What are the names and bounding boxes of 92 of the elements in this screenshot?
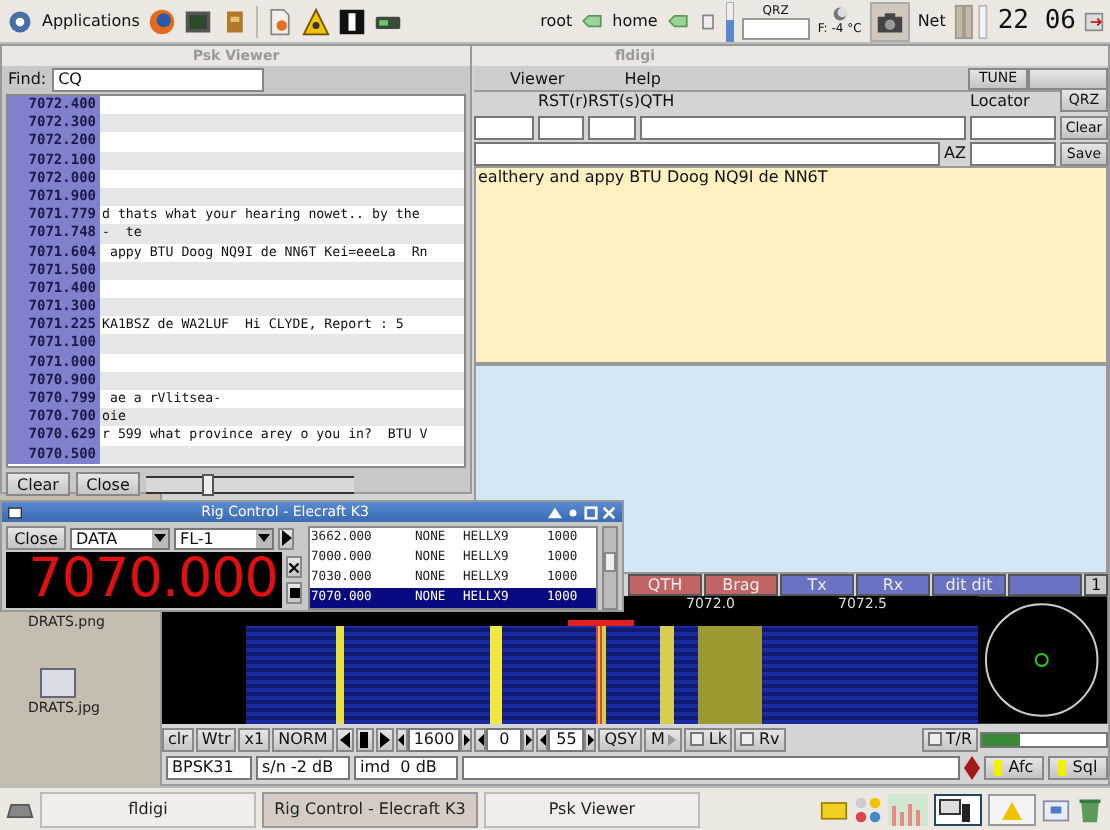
maximize-icon[interactable] [584,505,598,519]
network-label: Net [917,12,946,30]
macro-page-button[interactable]: 1 [1084,574,1108,596]
arrow-icon [580,14,605,28]
call-field[interactable] [474,116,534,140]
cpu-graph-icon [888,793,928,825]
field-label: RST(s) [588,92,636,112]
find-field[interactable]: CQ [52,68,265,92]
macro-button[interactable]: Tx [780,574,854,596]
decrement-button[interactable] [536,727,549,751]
taskbar-button[interactable]: fldigi [40,791,256,827]
menu-item[interactable]: Help [588,69,685,87]
film-strip-icon[interactable] [337,7,366,35]
logout-icon[interactable] [1084,9,1104,33]
macro-button[interactable]: Rx [856,574,930,596]
globe-icon[interactable] [147,7,176,35]
gear-icon[interactable] [6,7,34,35]
delete-button[interactable] [286,556,302,578]
folder-link[interactable]: home [612,12,658,30]
qth-field[interactable] [640,116,966,140]
find-label: Find: [8,70,47,90]
field-label: Locator [970,92,1032,112]
spin-field[interactable]: 55 [548,727,585,751]
imd-field: imd 0 dB [354,755,458,779]
camera-button[interactable] [869,1,910,41]
clear-button[interactable]: Clear [6,472,70,496]
toggle-button[interactable]: Sql [1048,755,1108,779]
terminal-icon[interactable] [183,7,212,35]
folder-icon[interactable] [1042,795,1070,823]
squelch-slider[interactable] [146,475,354,493]
mode-field: BPSK31 [166,755,252,779]
diamond-icon [964,755,980,779]
waterfall-drawing[interactable] [162,626,979,724]
folder-link[interactable]: root [540,12,573,30]
filter-dropdown[interactable]: FL-1 [174,527,274,549]
waterfall-control-button[interactable]: x1 [238,727,271,751]
received-text: ealthery and appy BTU Doog NQ9I de NN6T [478,168,828,186]
decrement-button[interactable] [395,727,408,751]
close-button[interactable]: Close [76,472,140,496]
qrz-search-field[interactable] [741,17,810,39]
blank-button[interactable] [1028,67,1108,89]
trash-icon[interactable] [1076,795,1104,823]
close-icon[interactable] [602,505,616,519]
locator-field[interactable] [970,116,1056,140]
triangle-icon[interactable] [548,505,562,519]
squelch-slider[interactable] [980,731,1108,747]
scrollbar[interactable] [602,526,618,610]
signal-noise-field: s/n -2 dB [256,755,350,779]
waterfall-control-button[interactable]: QSY [598,727,643,751]
moon-icon [831,6,848,22]
image-file-icon[interactable] [40,668,76,698]
applets-icon[interactable] [854,795,882,823]
waterfall-control-button[interactable]: clr [162,727,194,751]
notes-field[interactable] [474,141,941,165]
waterfall-control-button[interactable]: Wtr [195,727,237,751]
warning-icon[interactable] [301,7,330,35]
increment-button[interactable] [584,727,597,751]
field-label: AZ [944,143,966,163]
slider-thumb[interactable] [202,473,215,495]
menu-item[interactable]: Viewer [474,69,589,87]
workspace-icon[interactable] [934,793,982,825]
camera-icon [875,7,904,35]
stop-button[interactable] [286,582,302,604]
applications-menu[interactable]: Applications [42,12,140,30]
close-button[interactable]: Close [6,526,66,550]
decrement-button[interactable] [474,727,487,751]
toggle-button[interactable]: Afc [984,755,1044,779]
increment-button[interactable] [522,727,535,751]
field-label: RST(r) [538,92,584,112]
taskbar-button[interactable]: Rig Control - Elecraft K3 [262,791,478,827]
increment-button[interactable] [460,727,473,751]
spin-field[interactable]: 1600 [407,727,461,751]
waterfall-control-button[interactable]: NORM [272,727,334,751]
arrow-icon [665,14,690,28]
frequency-display[interactable]: 7070.000 [6,552,282,608]
transmit-receive-checkbox[interactable]: T/R [921,727,978,751]
checkbox-button[interactable]: Rv [734,727,786,751]
dot-icon[interactable] [566,505,580,519]
clock: 22 06 [997,6,1076,36]
macro-button[interactable]: dit dit [932,574,1006,596]
spin-field[interactable]: 0 [486,727,523,751]
checkbox-button[interactable]: Lk [684,727,733,751]
taskbar-button[interactable]: Psk Viewer [484,791,700,827]
memory-menu-button[interactable]: M [644,727,683,751]
receive-text-area[interactable]: ealthery and appy BTU Doog NQ9I de NN6T [474,166,1108,364]
rst-sent-field[interactable] [588,116,636,140]
azimuth-field[interactable] [970,141,1056,165]
field-label: QTH [640,92,677,112]
rst-received-field[interactable] [538,116,584,140]
mode-dropdown[interactable]: DATA [70,527,170,549]
bandwidth-marker [568,620,634,626]
pause-button[interactable] [355,727,374,751]
